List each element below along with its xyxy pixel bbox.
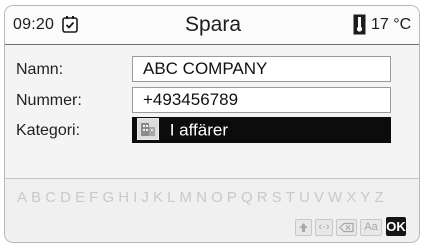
name-label: Namn: (16, 61, 64, 78)
cursor-switch-button[interactable]: ‹·› (315, 219, 333, 236)
name-field[interactable]: ABC COMPANY (132, 56, 391, 82)
status-bar: 09:20 Spara 17 °C (5, 6, 419, 45)
category-label: Kategori: (16, 122, 81, 139)
office-building-icon (137, 118, 159, 141)
save-contact-screen: 09:20 Spara 17 °C Namn: ABC COMPANY Numm… (4, 5, 420, 243)
backspace-icon[interactable] (336, 219, 357, 236)
clock-time: 09:20 (13, 16, 55, 33)
shift-arrow-icon[interactable] (295, 219, 312, 236)
character-input-panel: ABCDEFGHIJKLMNOPQRSTUVWXYZ ‹·› Aa OK (5, 178, 419, 242)
number-field[interactable]: +493456789 (132, 87, 391, 113)
thermometer-icon (353, 14, 366, 35)
alphabet-speller[interactable]: ABCDEFGHIJKLMNOPQRSTUVWXYZ (17, 189, 388, 206)
number-label: Nummer: (16, 92, 82, 109)
category-value: I affärer (169, 120, 229, 140)
outside-temperature: 17 °C (371, 16, 412, 33)
case-toggle-button[interactable]: Aa (360, 219, 382, 236)
clock-check-icon (62, 15, 78, 33)
ok-button[interactable]: OK (386, 217, 406, 236)
page-title: Spara (184, 13, 242, 36)
category-field[interactable]: I affärer (132, 117, 391, 143)
